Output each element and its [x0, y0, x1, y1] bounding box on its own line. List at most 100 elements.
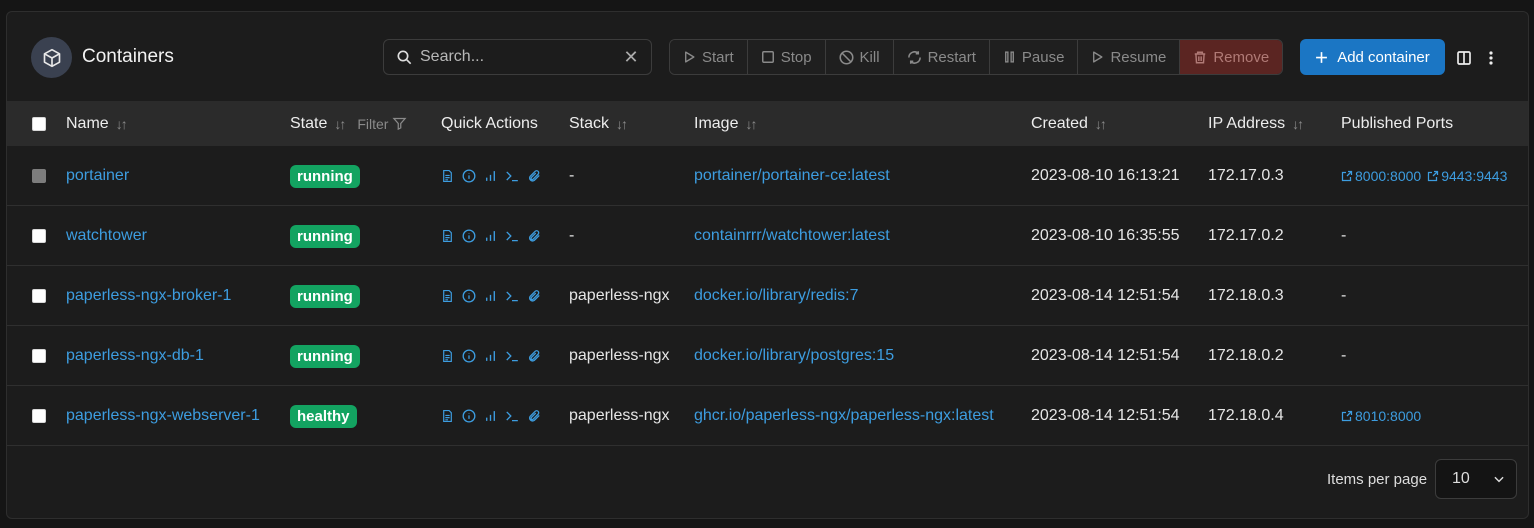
published-port-link[interactable]: 9443:9443 — [1427, 168, 1507, 184]
stats-icon[interactable] — [484, 409, 497, 423]
status-badge: running — [290, 284, 360, 308]
row-checkbox-cell — [32, 146, 46, 206]
row-checkbox[interactable] — [32, 169, 46, 183]
row-checkbox[interactable] — [32, 289, 46, 303]
ports-cell: - — [1341, 206, 1346, 266]
image-link[interactable]: docker.io/library/redis:7 — [694, 266, 859, 326]
sort-icon[interactable]: ↓↑ — [334, 116, 346, 132]
ports-empty: - — [1341, 227, 1347, 244]
column-created[interactable]: Created ↓↑ — [1031, 101, 1107, 146]
sort-icon[interactable]: ↓↑ — [745, 116, 757, 132]
image-link[interactable]: ghcr.io/paperless-ngx/paperless-ngx:late… — [694, 386, 994, 446]
stack-cell: paperless-ngx — [569, 407, 670, 424]
container-name-link[interactable]: paperless-ngx-broker-1 — [66, 266, 231, 326]
info-icon[interactable] — [462, 169, 476, 183]
stats-icon[interactable] — [484, 349, 497, 363]
items-per-page-value: 10 — [1452, 470, 1470, 487]
info-icon[interactable] — [462, 289, 476, 303]
external-link-icon — [1341, 410, 1353, 422]
state-cell: running — [290, 206, 360, 266]
column-ip[interactable]: IP Address ↓↑ — [1208, 101, 1304, 146]
cube-icon — [31, 37, 72, 78]
columns-icon[interactable] — [1456, 50, 1472, 66]
stop-button[interactable]: Stop — [747, 40, 826, 74]
logs-icon[interactable] — [441, 349, 454, 363]
attach-icon[interactable] — [527, 229, 541, 243]
container-name-link[interactable]: portainer — [66, 146, 129, 206]
published-port-link[interactable]: 8000:8000 — [1341, 168, 1421, 184]
ports-empty: - — [1341, 287, 1347, 304]
row-checkbox-cell — [32, 206, 46, 266]
container-name-link[interactable]: paperless-ngx-webserver-1 — [66, 386, 260, 446]
stats-icon[interactable] — [484, 229, 497, 243]
search-input[interactable] — [420, 48, 616, 66]
select-all-checkbox[interactable] — [32, 116, 46, 131]
console-icon[interactable] — [505, 409, 519, 423]
pause-button-label: Pause — [1021, 48, 1065, 66]
console-icon[interactable] — [505, 349, 519, 363]
image-link[interactable]: containrrr/watchtower:latest — [694, 206, 890, 266]
search-box[interactable]: ✕ — [383, 39, 652, 75]
created-cell: 2023-08-14 12:51:54 — [1031, 407, 1180, 424]
container-actions-group: Start Stop Kill Restart Pause Resume Rem… — [669, 39, 1284, 75]
state-filter[interactable]: Filter — [357, 116, 407, 132]
column-name[interactable]: Name ↓↑ — [66, 101, 128, 146]
start-button-label: Start — [702, 48, 734, 66]
console-icon[interactable] — [505, 169, 519, 183]
info-icon[interactable] — [462, 349, 476, 363]
column-stack[interactable]: Stack ↓↑ — [569, 101, 628, 146]
logs-icon[interactable] — [441, 229, 454, 243]
console-icon[interactable] — [505, 229, 519, 243]
table-row: watchtower running - containrrr/watchtow… — [7, 206, 1528, 266]
clear-search-icon[interactable]: ✕ — [623, 48, 639, 66]
container-name-link[interactable]: paperless-ngx-db-1 — [66, 326, 204, 386]
sort-icon[interactable]: ↓↑ — [1095, 116, 1107, 132]
created-cell: 2023-08-14 12:51:54 — [1031, 347, 1180, 364]
row-checkbox[interactable] — [32, 349, 46, 363]
more-options-icon[interactable] — [1485, 50, 1497, 66]
sort-icon[interactable]: ↓↑ — [616, 116, 628, 132]
ip-cell: 172.18.0.2 — [1208, 347, 1284, 364]
stats-icon[interactable] — [484, 289, 497, 303]
logs-icon[interactable] — [441, 409, 454, 423]
attach-icon[interactable] — [527, 169, 541, 183]
attach-icon[interactable] — [527, 349, 541, 363]
column-state[interactable]: State ↓↑ Filter — [290, 101, 407, 146]
published-port-link[interactable]: 8010:8000 — [1341, 408, 1421, 424]
column-state-label: State — [290, 114, 328, 132]
add-container-button[interactable]: Add container — [1300, 39, 1445, 75]
info-icon[interactable] — [462, 409, 476, 423]
attach-icon[interactable] — [527, 409, 541, 423]
logs-icon[interactable] — [441, 289, 454, 303]
logs-icon[interactable] — [441, 169, 454, 183]
select-all-checkbox-cell — [32, 101, 46, 146]
container-name-link[interactable]: watchtower — [66, 206, 147, 266]
image-link[interactable]: portainer/portainer-ce:latest — [694, 146, 890, 206]
remove-button[interactable]: Remove — [1180, 40, 1283, 74]
attach-icon[interactable] — [527, 289, 541, 303]
resume-button[interactable]: Resume — [1078, 40, 1181, 74]
quick-actions — [441, 206, 541, 266]
items-per-page-select[interactable]: 10 — [1435, 459, 1517, 499]
row-checkbox-cell — [32, 266, 46, 326]
pause-button[interactable]: Pause — [989, 40, 1079, 74]
row-checkbox[interactable] — [32, 409, 46, 423]
quick-actions — [441, 326, 541, 386]
stats-icon[interactable] — [484, 169, 497, 183]
ip-cell: 172.17.0.3 — [1208, 167, 1284, 184]
restart-button[interactable]: Restart — [893, 40, 990, 74]
column-name-label: Name — [66, 114, 109, 132]
sort-icon[interactable]: ↓↑ — [116, 116, 128, 132]
row-checkbox[interactable] — [32, 229, 46, 243]
column-image[interactable]: Image ↓↑ — [694, 101, 757, 146]
panel-header: Containers ✕ Start Stop Kill R — [7, 12, 1528, 101]
stack-cell: - — [569, 227, 575, 244]
table-footer: Items per page 10 — [7, 447, 1528, 518]
image-link[interactable]: docker.io/library/postgres:15 — [694, 326, 894, 386]
info-icon[interactable] — [462, 229, 476, 243]
kill-button[interactable]: Kill — [825, 40, 894, 74]
created-cell: 2023-08-10 16:35:55 — [1031, 227, 1180, 244]
console-icon[interactable] — [505, 289, 519, 303]
start-button[interactable]: Start — [670, 40, 748, 74]
sort-icon[interactable]: ↓↑ — [1292, 116, 1304, 132]
